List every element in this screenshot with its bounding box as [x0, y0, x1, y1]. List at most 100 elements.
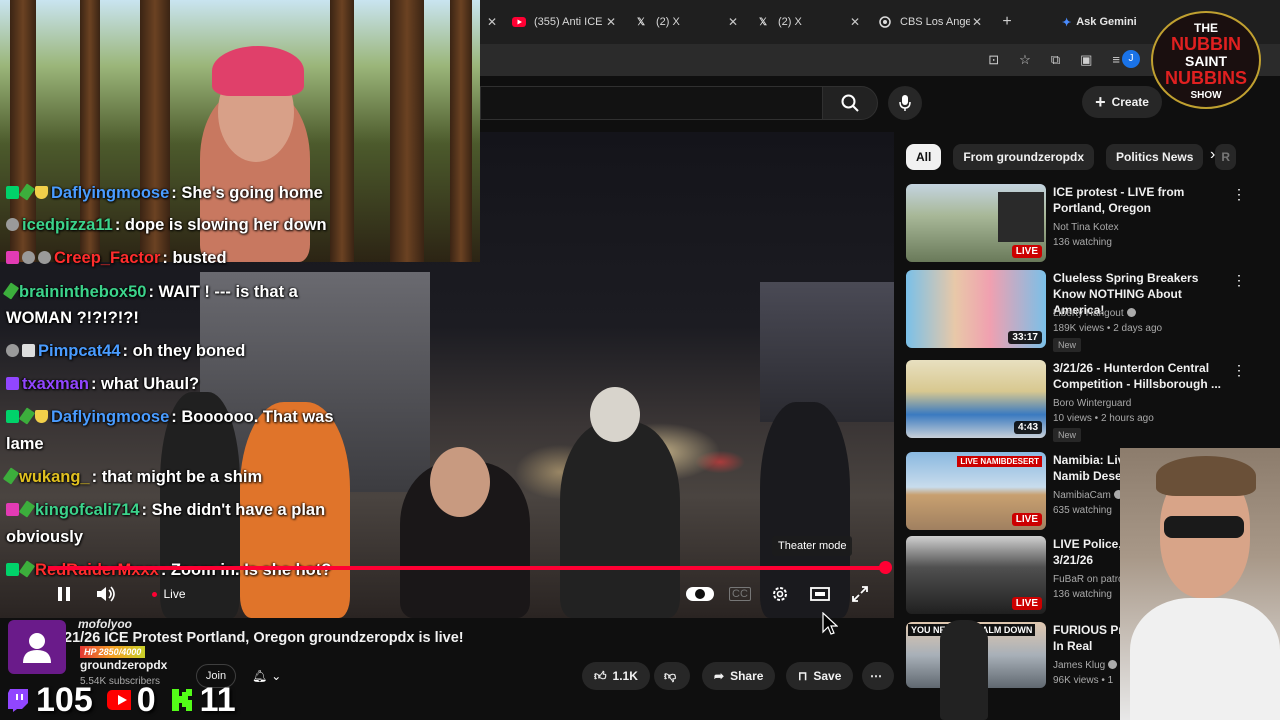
show-logo: THE NUBBIN SAINT NUBBINS SHOW — [1151, 11, 1261, 109]
x-icon: 𝕏 — [636, 16, 646, 28]
pause-button[interactable] — [52, 580, 76, 608]
autoplay-toggle[interactable] — [684, 580, 716, 608]
share-icon: ➦ — [714, 669, 725, 683]
more-vertical-icon[interactable]: ⋮ — [1232, 362, 1246, 379]
close-icon[interactable]: ✕ — [726, 15, 740, 29]
chevron-right-icon[interactable]: › — [1210, 146, 1215, 164]
save-button[interactable]: ⊓ Save — [786, 662, 854, 690]
badge-icon — [22, 344, 35, 357]
voice-search-button[interactable] — [888, 86, 922, 120]
browser-tab[interactable]: 𝕏 (2) X ✕ — [748, 0, 870, 44]
more-vertical-icon[interactable]: ⋮ — [1232, 186, 1246, 203]
browser-tab[interactable]: 𝕏 (2) X ✕ — [626, 0, 748, 44]
captions-button[interactable]: CC — [728, 580, 752, 608]
chat-username: Creep_Factor — [54, 249, 161, 267]
recommendation-meta: 96K views • 1 — [1053, 675, 1114, 686]
recommendation-meta: 10 views • 2 hours ago — [1053, 413, 1154, 424]
badge-icon — [6, 344, 19, 357]
recommendation-title[interactable]: ICE protest - LIVE from Portland, Oregon — [1053, 184, 1233, 216]
tab-label: (355) Anti ICE — [534, 16, 603, 28]
shield-icon — [35, 186, 48, 199]
video-thumbnail[interactable]: LIVE NAMIBDESERT LIVE — [906, 452, 1046, 530]
split-screen-icon[interactable]: ▣ — [1080, 52, 1092, 68]
recommendation-meta: 635 watching — [1053, 505, 1112, 516]
chip-partial[interactable]: R — [1215, 144, 1237, 170]
ask-gemini-button[interactable]: ✦ Ask Gemini — [1062, 16, 1137, 29]
search-input[interactable] — [480, 86, 822, 120]
dislike-button[interactable]: 👎︎ — [654, 662, 690, 690]
chat-text: WOMAN ?!?!?!?! — [6, 309, 139, 327]
chat-text: obviously — [6, 528, 84, 546]
chat-text: : dope is slowing her down — [114, 216, 327, 234]
thumbnail-caption: LIVE NAMIBDESERT — [957, 456, 1042, 467]
sub-badge-icon — [6, 377, 19, 390]
chat-username: Pimpcat44 — [38, 342, 121, 360]
share-button[interactable]: ➦ Share — [702, 662, 776, 690]
media-control-icon[interactable]: ≡ — [1112, 52, 1120, 68]
chat-username: txaxman — [22, 375, 89, 393]
like-count: 1.1K — [612, 669, 638, 683]
chip-all[interactable]: All — [906, 144, 942, 170]
thumbs-up-icon: 👍︎ — [594, 668, 607, 683]
save-label: Save — [813, 669, 842, 683]
settings-button[interactable] — [768, 580, 792, 608]
video-duration: 33:17 — [1008, 331, 1042, 344]
new-tab-button[interactable]: + — [992, 13, 1022, 31]
live-indicator[interactable]: Live — [144, 580, 194, 608]
scrubber-handle[interactable] — [879, 561, 892, 574]
streamer-hoodie — [1130, 598, 1280, 720]
sub-badge-icon — [6, 563, 19, 576]
mouse-cursor-icon — [822, 612, 838, 635]
more-actions-button[interactable]: ⋯ — [862, 662, 894, 690]
recommendation-item[interactable]: 33:17 Clueless Spring Breakers Know NOTH… — [906, 270, 1266, 352]
recommendation-channel[interactable]: Liberty Hangout — [1053, 308, 1136, 319]
logo-text: THE — [1194, 21, 1218, 35]
recommendation-channel[interactable]: NamibiaCam — [1053, 490, 1123, 501]
video-thumbnail[interactable]: LIVE — [906, 536, 1046, 614]
chat-text: : She didn't have a plan — [141, 501, 326, 519]
video-building — [760, 282, 894, 422]
close-icon[interactable]: ✕ — [604, 15, 618, 29]
channel-name[interactable]: groundzeropdx — [80, 658, 167, 672]
logo-text: NUBBIN — [1171, 34, 1241, 54]
recommendation-item[interactable]: 4:43 3/21/26 - Hunterdon Central Competi… — [906, 360, 1266, 442]
recommendation-title[interactable]: 3/21/26 - Hunterdon Central Competition … — [1053, 360, 1233, 392]
recommendation-channel[interactable]: James Klug — [1053, 660, 1118, 671]
recommendation-item[interactable]: LIVE ICE protest - LIVE from Portland, O… — [906, 184, 1266, 264]
video-thumbnail[interactable]: LIVE — [906, 184, 1046, 262]
channel-name: NamibiaCam — [1053, 490, 1111, 501]
volume-button[interactable] — [94, 580, 118, 608]
progress-bar[interactable] — [48, 566, 888, 570]
chat-message: braininthebox50: WAIT ! --- is that a — [2, 282, 298, 302]
sub-badge-icon — [6, 410, 19, 423]
close-icon[interactable]: ✕ — [848, 15, 862, 29]
recommendation-channel[interactable]: Not Tina Kotex — [1053, 222, 1119, 233]
profile-avatar[interactable]: J — [1122, 50, 1140, 68]
video-thumbnail[interactable]: 33:17 — [906, 270, 1046, 348]
recommendation-channel[interactable]: Boro Winterguard — [1053, 398, 1131, 409]
fullscreen-button[interactable] — [848, 580, 872, 608]
toolbar-icons: ⊡ ☆ ⧉ ▣ ≡ — [988, 52, 1120, 68]
tab-partial[interactable]: ✕ — [480, 0, 504, 44]
gear-icon — [773, 587, 787, 601]
close-icon[interactable]: ✕ — [485, 15, 499, 29]
extensions-icon[interactable]: ⧉ — [1051, 52, 1060, 68]
chat-message-continuation: lame — [6, 435, 44, 454]
like-button[interactable]: 👍︎ 1.1K — [582, 662, 650, 690]
more-vertical-icon[interactable]: ⋮ — [1232, 272, 1246, 289]
theater-mode-button[interactable] — [808, 580, 832, 608]
install-icon[interactable]: ⊡ — [988, 52, 999, 68]
recommendation-channel[interactable]: FuBaR on patroll — [1053, 574, 1128, 585]
browser-tab[interactable]: CBS Los Ange ✕ — [870, 0, 992, 44]
chat-text: : Boooooo. That was — [171, 408, 334, 426]
sub-badge-icon — [6, 186, 19, 199]
chip-from-channel[interactable]: From groundzeropdx — [953, 144, 1095, 170]
close-icon[interactable]: ✕ — [970, 15, 984, 29]
star-icon[interactable]: ☆ — [1019, 52, 1031, 68]
chip-politics-news[interactable]: Politics News — [1106, 144, 1204, 170]
video-thumbnail[interactable]: 4:43 — [906, 360, 1046, 438]
search-button[interactable] — [822, 86, 878, 120]
shield-icon — [35, 410, 48, 423]
browser-tab[interactable]: (355) Anti ICE ✕ — [504, 0, 626, 44]
microphone-icon — [899, 95, 911, 111]
